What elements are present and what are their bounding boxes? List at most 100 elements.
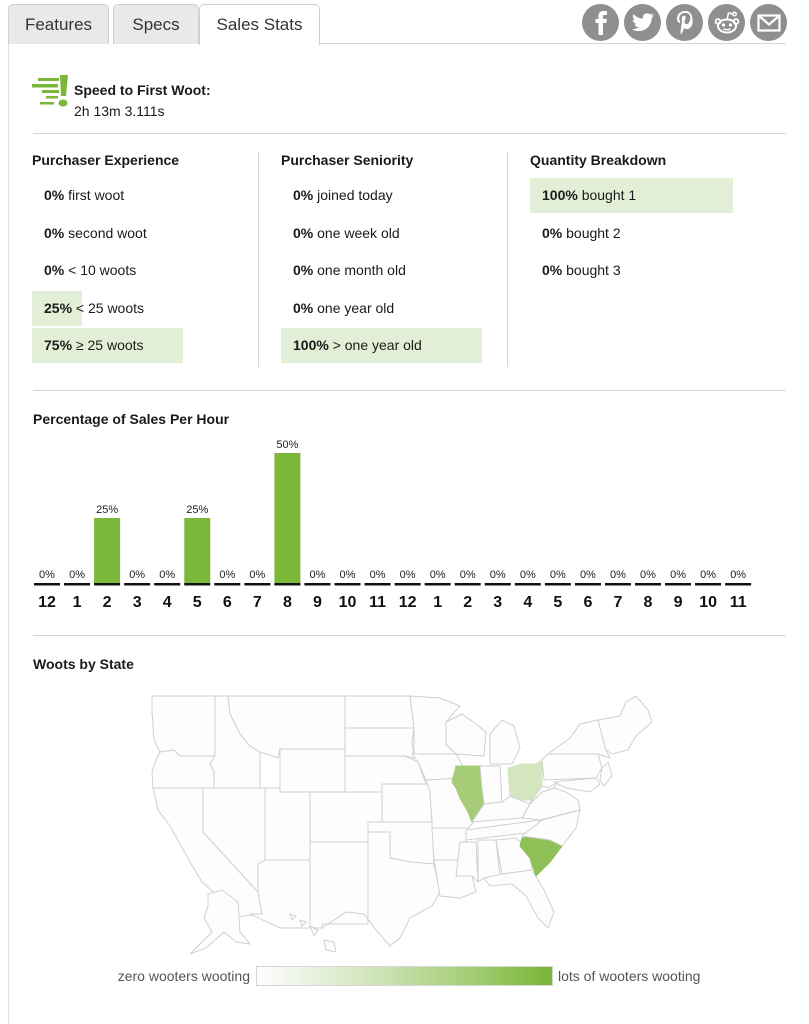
email-icon: [756, 13, 781, 32]
legend-gradient: [256, 966, 553, 986]
data-label: 0%: [219, 569, 235, 581]
tab-label: Features: [24, 14, 93, 34]
facebook-share-button[interactable]: [582, 4, 619, 41]
data-label: 0%: [69, 569, 85, 581]
tab-sales-stats[interactable]: Sales Stats: [199, 4, 320, 45]
x-tick-label: 11: [730, 594, 747, 611]
stat-text: 0% < 10 woots: [44, 262, 136, 278]
state-indiana[interactable]: [479, 765, 503, 807]
state-mississippi[interactable]: [455, 841, 479, 884]
stat-label: < 10 woots: [68, 262, 137, 279]
x-tick-label: 2: [463, 594, 472, 611]
state-wyoming[interactable]: [279, 748, 346, 793]
column-title: Quantity Breakdown: [530, 152, 667, 168]
bar-baseline: [124, 583, 151, 586]
email-share-button[interactable]: [750, 4, 787, 41]
data-label: 0%: [520, 569, 536, 581]
state-kansas[interactable]: [381, 783, 433, 823]
state-oregon[interactable]: [151, 749, 216, 789]
state-wisconsin[interactable]: [445, 713, 487, 757]
x-tick-label: 2: [103, 594, 112, 611]
bar-baseline: [544, 583, 571, 586]
bar-baseline: [364, 583, 391, 586]
bar-baseline: [514, 583, 541, 586]
data-label: 25%: [186, 504, 208, 516]
x-tick-label: 12: [399, 594, 417, 611]
data-label: 25%: [96, 504, 118, 516]
stat-row: 0% joined today: [281, 178, 491, 213]
data-label: 0%: [129, 569, 145, 581]
bar: [184, 518, 211, 583]
facebook-icon: [595, 10, 607, 35]
stat-row: 25% < 25 woots: [32, 290, 242, 326]
purchaser-seniority: Purchaser Seniority 0% joined today 0% on…: [281, 152, 491, 366]
stat-label: < 25 woots: [75, 299, 145, 316]
stat-label: one year old: [317, 299, 395, 316]
data-label: 0%: [640, 569, 656, 581]
speed-value: 2h 13m 3.111s: [74, 103, 165, 119]
stat-row: 100% bought 1: [530, 178, 740, 213]
bar-baseline: [304, 583, 331, 586]
bar-baseline: [334, 583, 361, 586]
stat-row: 75% ≥ 25 woots: [32, 328, 242, 364]
bar-baseline: [184, 583, 211, 586]
stat-row: 0% bought 3: [530, 253, 740, 288]
bar-baseline: [34, 583, 60, 586]
bar-baseline: [725, 583, 752, 586]
data-label: 0%: [39, 569, 55, 581]
state-south-dakota[interactable]: [344, 727, 415, 759]
data-label: 0%: [430, 569, 446, 581]
reddit-share-button[interactable]: [708, 4, 745, 41]
tab-specs[interactable]: Specs: [113, 4, 199, 44]
state-north-dakota[interactable]: [344, 695, 415, 729]
x-tick-label: 12: [38, 594, 56, 611]
bar-baseline: [424, 583, 451, 586]
state-florida[interactable]: [483, 869, 555, 929]
bar-baseline: [94, 583, 121, 586]
chart-title: Percentage of Sales Per Hour: [33, 411, 230, 427]
data-label: 0%: [249, 569, 265, 581]
state-washington[interactable]: [151, 695, 216, 757]
data-label: 0%: [309, 569, 325, 581]
data-label: 0%: [400, 569, 416, 581]
stat-row: 0% first woot: [32, 178, 242, 213]
data-label: 0%: [340, 569, 356, 581]
state-utah[interactable]: [264, 787, 311, 861]
x-tick-label: 4: [163, 594, 172, 611]
tab-divider: [318, 43, 786, 44]
bar-baseline: [574, 583, 601, 586]
tab-label: Specs: [132, 14, 180, 34]
column-title: Purchaser Experience: [32, 152, 180, 168]
tab-features[interactable]: Features: [8, 4, 109, 44]
stat-text: 0% bought 2: [542, 225, 621, 241]
data-label: 0%: [580, 569, 596, 581]
stat-row: 0% one year old: [281, 291, 491, 326]
stat-percent: 0%: [293, 262, 314, 279]
state-pennsylvania[interactable]: [541, 753, 603, 781]
stat-row: 0% second woot: [32, 216, 242, 251]
x-tick-label: 4: [523, 594, 532, 611]
column-divider: [258, 152, 259, 367]
reddit-icon: [714, 10, 739, 33]
stat-label: joined today: [317, 187, 393, 203]
column-divider: [507, 152, 508, 367]
stat-text: 0% bought 3: [542, 262, 621, 278]
speed-title: Speed to First Woot:: [74, 82, 211, 98]
twitter-share-button[interactable]: [624, 4, 661, 41]
pinterest-share-button[interactable]: [666, 4, 703, 41]
x-tick-label: 5: [553, 594, 562, 611]
stat-percent: 25%: [44, 299, 73, 316]
bar-baseline: [214, 583, 241, 586]
bar-baseline: [64, 583, 91, 586]
state-new-england[interactable]: [597, 695, 653, 755]
state-michigan[interactable]: [489, 719, 521, 765]
state-arizona[interactable]: [249, 859, 311, 929]
stat-label: bought 3: [566, 262, 621, 279]
stat-percent: 0%: [542, 224, 563, 241]
stat-percent: 100%: [542, 187, 578, 203]
data-label: 0%: [700, 569, 716, 581]
x-tick-label: 7: [253, 594, 262, 611]
bar-baseline: [635, 583, 661, 586]
data-label: 0%: [730, 569, 746, 581]
stat-text: 0% one month old: [293, 262, 406, 278]
